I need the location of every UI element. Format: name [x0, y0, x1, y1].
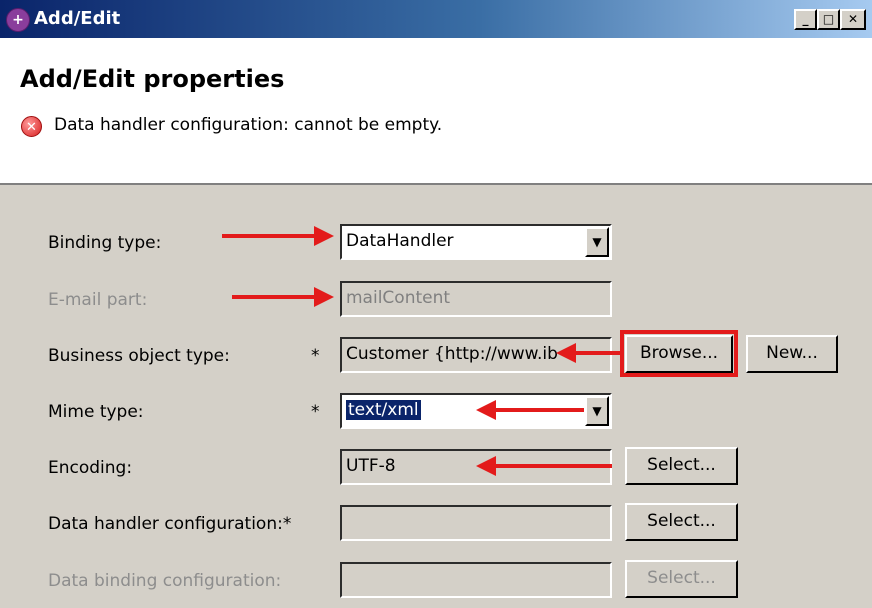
mime-type-value: text/xml — [346, 400, 421, 420]
data-handler-select-button[interactable]: Select... — [625, 503, 738, 541]
dialog-header: Add/Edit properties ✕ Data handler confi… — [0, 38, 872, 185]
data-binding-config-label: Data binding configuration: — [48, 571, 282, 591]
business-object-type-field: Customer {http://www.ib — [340, 337, 612, 373]
required-mark: * — [311, 346, 320, 366]
required-mark: * — [311, 402, 320, 422]
encoding-label: Encoding: — [48, 458, 133, 478]
email-part-value: mailContent — [346, 288, 451, 308]
encoding-value: UTF-8 — [346, 456, 396, 476]
business-object-type-label: Business object type: — [48, 346, 230, 366]
error-icon: ✕ — [21, 116, 42, 137]
email-part-label: E-mail part: — [48, 290, 148, 310]
arrowhead-email-part — [314, 287, 334, 307]
error-message: Data handler configuration: cannot be em… — [54, 115, 443, 135]
new-button[interactable]: New... — [746, 335, 838, 373]
page-title: Add/Edit properties — [20, 65, 285, 93]
data-handler-config-field — [340, 505, 612, 541]
maximize-button[interactable]: □ — [817, 9, 840, 30]
data-binding-select-button: Select... — [625, 560, 738, 598]
chevron-down-icon[interactable]: ▼ — [585, 227, 609, 257]
app-icon: + — [6, 8, 30, 32]
encoding-field: UTF-8 — [340, 449, 612, 485]
title-bar: + Add/Edit _ □ ✕ — [0, 0, 872, 38]
minimize-button[interactable]: _ — [794, 9, 817, 30]
binding-type-label: Binding type: — [48, 233, 162, 253]
arrowhead-binding-type — [314, 226, 334, 246]
data-binding-config-field — [340, 562, 612, 598]
data-handler-config-label: Data handler configuration:* — [48, 514, 292, 534]
mime-type-label: Mime type: — [48, 402, 144, 422]
window-title: Add/Edit — [34, 8, 121, 29]
binding-type-select[interactable]: DataHandler ▼ — [340, 224, 612, 260]
close-button[interactable]: ✕ — [840, 9, 866, 30]
mime-type-select[interactable]: text/xml ▼ — [340, 393, 612, 429]
email-part-field: mailContent — [340, 281, 612, 317]
annotation-highlight-box — [620, 330, 738, 377]
encoding-select-button[interactable]: Select... — [625, 447, 738, 485]
chevron-down-icon[interactable]: ▼ — [585, 396, 609, 426]
binding-type-value: DataHandler — [346, 231, 454, 251]
business-object-type-value: Customer {http://www.ib — [346, 344, 558, 364]
